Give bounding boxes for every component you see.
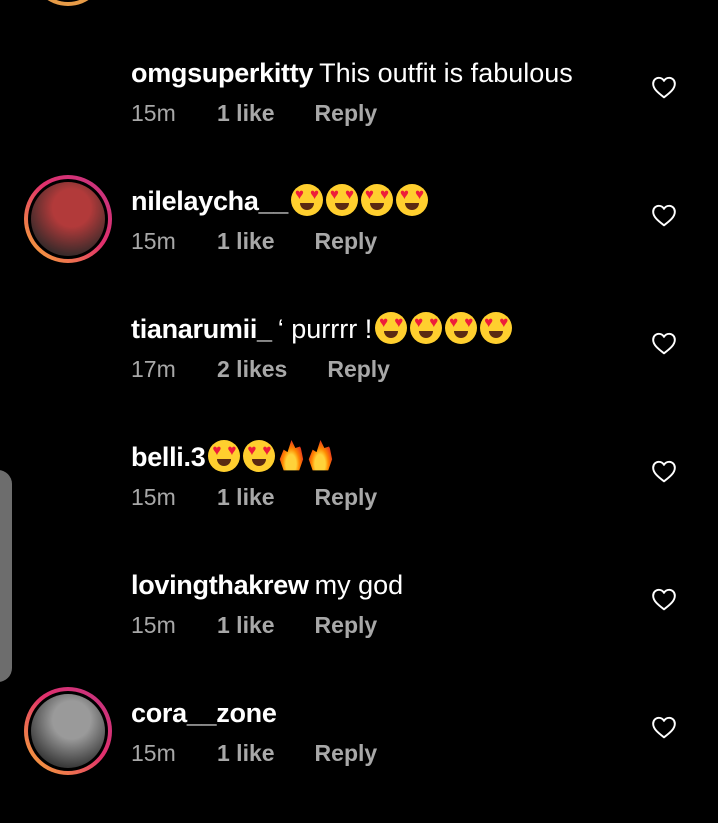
comment-text: This outfit is fabulous	[319, 58, 573, 88]
heart-outline-icon[interactable]	[651, 75, 677, 99]
comment-time: 15m	[131, 740, 176, 766]
avatar[interactable]	[32, 439, 104, 511]
comment-emojis	[205, 440, 333, 472]
comment-meta: 15m 1 like Reply	[131, 97, 377, 129]
reply-button[interactable]: Reply	[315, 740, 378, 766]
heart-eyes-emoji	[480, 312, 513, 344]
avatar[interactable]	[32, 311, 104, 383]
comment-text: my god	[314, 570, 404, 600]
reply-button[interactable]: Reply	[315, 484, 378, 510]
heart-eyes-emoji	[445, 312, 478, 344]
comment-item: lovingthakrew my god 15m 1 like Reply	[0, 567, 718, 695]
comment-likes[interactable]: 2 likes	[217, 353, 287, 385]
heart-outline-icon[interactable]	[651, 587, 677, 611]
heart-eyes-emoji	[375, 312, 408, 344]
heart-eyes-emoji	[291, 184, 324, 216]
comment-item: tianarumii_‘ purrrr ! 17m 2 likes Reply	[0, 311, 718, 439]
comment-text-line: belli.3	[131, 437, 333, 477]
comment-item: nilelaycha__ 15m 1 like Reply	[0, 175, 718, 311]
fire-emoji	[308, 440, 333, 471]
heart-eyes-emoji	[208, 440, 241, 472]
comment-text-line: lovingthakrew my god	[131, 565, 403, 605]
comment-emojis	[288, 184, 429, 216]
heart-outline-icon[interactable]	[651, 715, 677, 739]
heart-eyes-emoji	[361, 184, 394, 216]
avatar[interactable]	[24, 687, 112, 775]
comment-username[interactable]: lovingthakrew	[131, 570, 309, 600]
comment-meta: 15m 1 like Reply	[131, 737, 377, 769]
comment-username[interactable]: cora__zone	[131, 698, 277, 728]
comment-emojis	[372, 312, 513, 344]
heart-eyes-emoji	[243, 440, 276, 472]
reply-button[interactable]: Reply	[315, 612, 378, 638]
comment-text-line: cora__zone	[131, 693, 277, 733]
heart-outline-icon[interactable]	[651, 203, 677, 227]
comment-meta: 15m 1 like Reply	[131, 609, 377, 641]
comment-likes[interactable]: 1 like	[217, 225, 275, 257]
heart-outline-icon[interactable]	[651, 331, 677, 355]
heart-eyes-emoji	[326, 184, 359, 216]
comment-time: 17m	[131, 356, 176, 382]
avatar-image	[31, 694, 105, 768]
comment-text-line: omgsuperkitty This outfit is fabulous	[131, 53, 573, 93]
comment-text-line: nilelaycha__	[131, 181, 429, 221]
reply-button[interactable]: Reply	[315, 100, 378, 126]
comment-likes[interactable]: 1 like	[217, 97, 275, 129]
avatar[interactable]	[32, 567, 104, 639]
comment-text-line: tianarumii_ ‘ purrrr !	[131, 309, 513, 349]
comment-username[interactable]: belli.3	[131, 442, 206, 472]
comment-item: omgsuperkitty This outfit is fabulous 15m…	[0, 55, 718, 183]
comment-meta: 15m 1 like Reply	[131, 481, 377, 513]
heart-eyes-emoji	[410, 312, 443, 344]
comment-likes[interactable]: 1 like	[217, 609, 275, 641]
comment-likes[interactable]: 1 like	[217, 481, 275, 513]
comment-username[interactable]: nilelaycha__	[131, 186, 288, 216]
comment-item: belli.3 15m 1 like Reply	[0, 439, 718, 567]
heart-outline-icon[interactable]	[651, 459, 677, 483]
comment-username[interactable]: tianarumii_	[131, 314, 272, 344]
fire-emoji	[279, 440, 304, 471]
comment-time: 15m	[131, 484, 176, 510]
comment-item: cora__zone 15m 1 like Reply	[0, 687, 718, 823]
comment-text: ‘ purrrr !	[277, 314, 373, 344]
previous-avatar-story-ring[interactable]	[30, 0, 106, 6]
comment-likes[interactable]: 1 like	[217, 737, 275, 769]
comment-meta: 15m 1 like Reply	[131, 225, 377, 257]
avatar[interactable]	[32, 55, 104, 127]
avatar[interactable]	[24, 175, 112, 263]
reply-button[interactable]: Reply	[327, 356, 390, 382]
comment-time: 15m	[131, 228, 176, 254]
comment-meta: 17m 2 likes Reply	[131, 353, 390, 385]
comment-time: 15m	[131, 100, 176, 126]
reply-button[interactable]: Reply	[315, 228, 378, 254]
heart-eyes-emoji	[396, 184, 429, 216]
avatar-image	[31, 182, 105, 256]
comment-username[interactable]: omgsuperkitty	[131, 58, 313, 88]
comment-time: 15m	[131, 612, 176, 638]
